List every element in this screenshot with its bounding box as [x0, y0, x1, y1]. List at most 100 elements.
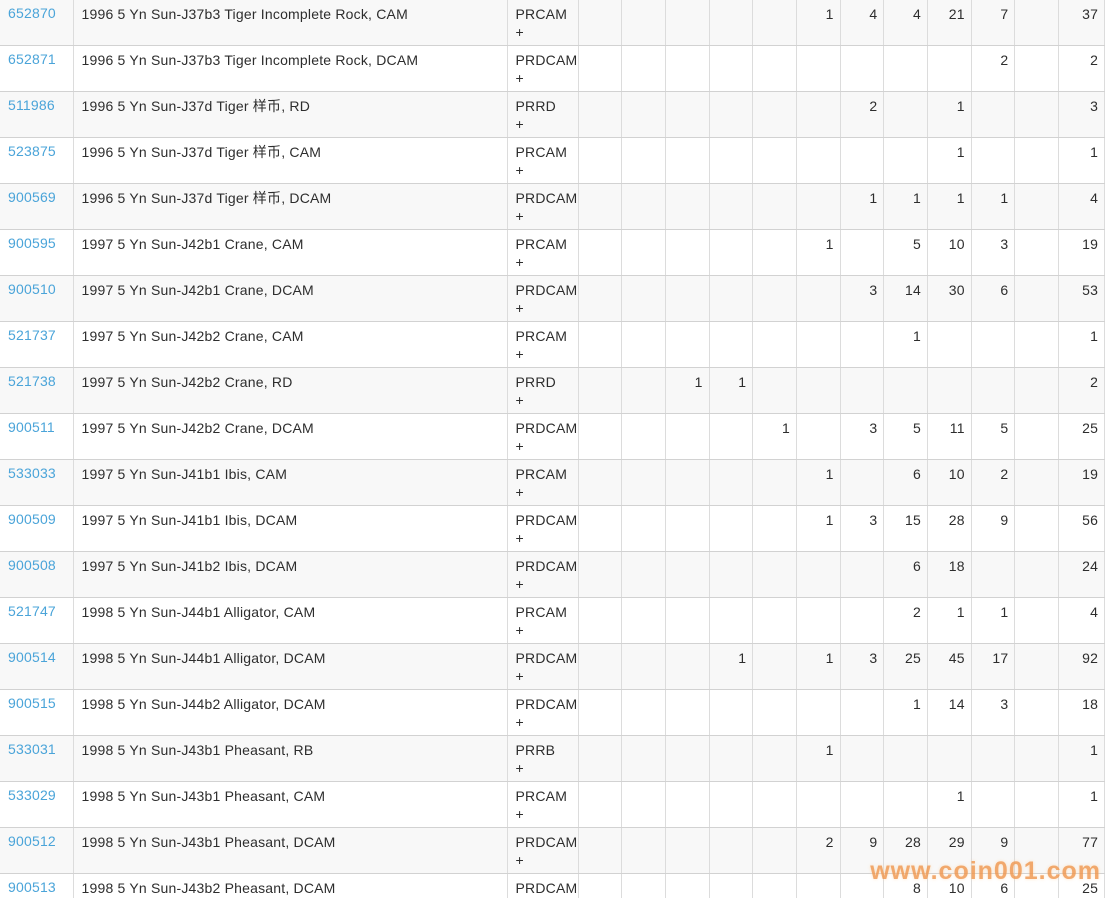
grade-plus-count-value: [892, 851, 921, 869]
grade-plus-count-value: [805, 253, 834, 271]
grade-plus-count-value: [1023, 437, 1052, 455]
grade-count-value: [936, 327, 965, 345]
row-total-value: 18: [1067, 695, 1098, 713]
grade-plus-count-value: [674, 207, 703, 225]
designation-cell: PRCAM+: [507, 460, 578, 506]
row-total-value: 1: [1067, 741, 1098, 759]
coin-id-link[interactable]: 521737: [8, 327, 56, 343]
grade-plus-count-value: [674, 345, 703, 363]
coin-id-link[interactable]: 523875: [8, 143, 56, 159]
grade-count-cell: [840, 782, 884, 828]
coin-id-link[interactable]: 900514: [8, 649, 56, 665]
table-row: 9005141998 5 Yn Sun-J44b1 Alligator, DCA…: [0, 644, 1105, 690]
grade-count-cell: [709, 828, 753, 874]
grade-count-cell: [665, 828, 709, 874]
grade-count-value: 1: [718, 649, 747, 667]
coin-id-link[interactable]: 652871: [8, 51, 56, 67]
coin-id-link[interactable]: 533031: [8, 741, 56, 757]
grade-count-value: [630, 465, 659, 483]
coin-description-cell: 1998 5 Yn Sun-J44b1 Alligator, CAM: [73, 598, 507, 644]
coin-id-link[interactable]: 652870: [8, 5, 56, 21]
designation-cell: PRCAM+: [507, 230, 578, 276]
grade-count-cell: [622, 506, 666, 552]
grade-plus-count-value: [718, 115, 747, 133]
coin-id-link[interactable]: 900512: [8, 833, 56, 849]
coin-id-link[interactable]: 900508: [8, 557, 56, 573]
grade-plus-count-value: [849, 575, 878, 593]
coin-id-link[interactable]: 521747: [8, 603, 56, 619]
coin-id-link[interactable]: 900515: [8, 695, 56, 711]
grade-plus-count-value: [630, 207, 659, 225]
row-total-cell: 24: [1059, 552, 1105, 598]
designation-cell: PRDCAM+: [507, 690, 578, 736]
grade-count-cell: [753, 138, 797, 184]
grade-count-cell: [928, 46, 972, 92]
coin-id-link[interactable]: 533029: [8, 787, 56, 803]
coin-id-link[interactable]: 533033: [8, 465, 56, 481]
grade-plus-count-value: [805, 851, 834, 869]
coin-id-link[interactable]: 900569: [8, 189, 56, 205]
grade-plus-count-value: [718, 805, 747, 823]
grade-count-cell: 1: [796, 736, 840, 782]
grade-plus-count-value: [892, 575, 921, 593]
coin-id-link[interactable]: 900510: [8, 281, 56, 297]
coin-id-link[interactable]: 900513: [8, 879, 56, 895]
grade-count-cell: 1: [796, 230, 840, 276]
coin-id-link[interactable]: 900509: [8, 511, 56, 527]
grade-plus-count-value: [761, 69, 790, 87]
coin-id-link[interactable]: 511986: [8, 97, 55, 113]
grade-count-cell: 29: [928, 828, 972, 874]
grade-plus-count-value: [718, 23, 747, 41]
grade-plus-count-value: [674, 713, 703, 731]
grade-count-cell: [1015, 92, 1059, 138]
coin-description-cell: 1997 5 Yn Sun-J42b2 Crane, CAM: [73, 322, 507, 368]
grade-count-cell: [622, 138, 666, 184]
grade-count-cell: [709, 46, 753, 92]
coin-id-link[interactable]: 900511: [8, 419, 55, 435]
grade-count-value: [761, 511, 790, 529]
grade-count-cell: 4: [884, 0, 928, 46]
grade-count-value: [674, 879, 703, 897]
grade-count-value: 1: [849, 189, 878, 207]
grade-count-value: [718, 143, 747, 161]
grade-count-cell: 15: [884, 506, 928, 552]
grade-plus-count-value: [980, 299, 1009, 317]
row-total-value: 2: [1067, 51, 1098, 69]
grade-count-cell: 1: [971, 598, 1015, 644]
grade-plus-count-value: [936, 69, 965, 87]
coin-id-link[interactable]: 521738: [8, 373, 56, 389]
grade-count-value: [1023, 787, 1052, 805]
row-total-cell: 2: [1059, 46, 1105, 92]
grade-count-value: [1023, 143, 1052, 161]
grade-count-value: 30: [936, 281, 965, 299]
grade-plus-count-value: [718, 759, 747, 777]
coin-description-cell: 1998 5 Yn Sun-J43b1 Pheasant, DCAM: [73, 828, 507, 874]
grade-plus-count-value: [892, 529, 921, 547]
table-row: 9005131998 5 Yn Sun-J43b2 Pheasant, DCAM…: [0, 874, 1105, 898]
table-row: 5238751996 5 Yn Sun-J37d Tiger 样币, CAMPR…: [0, 138, 1105, 184]
grade-count-value: 8: [892, 879, 921, 897]
grade-count-cell: [753, 460, 797, 506]
grade-count-value: 5: [892, 235, 921, 253]
grade-count-cell: [1015, 736, 1059, 782]
grade-plus-count-value: [630, 621, 659, 639]
coin-description-cell: 1997 5 Yn Sun-J41b1 Ibis, CAM: [73, 460, 507, 506]
grade-count-cell: 2: [971, 46, 1015, 92]
table-row: 9005951997 5 Yn Sun-J42b1 Crane, CAMPRCA…: [0, 230, 1105, 276]
grade-plus-count-value: [630, 483, 659, 501]
grade-plus-count-value: [761, 575, 790, 593]
coin-description: 1998 5 Yn Sun-J44b1 Alligator, CAM: [82, 603, 501, 621]
grade-count-cell: [622, 322, 666, 368]
coin-description: 1998 5 Yn Sun-J43b1 Pheasant, RB: [82, 741, 501, 759]
grade-count-cell: 9: [971, 506, 1015, 552]
grade-count-cell: [753, 506, 797, 552]
grade-plus-count-value: [718, 253, 747, 271]
grade-count-cell: [753, 0, 797, 46]
grade-count-cell: [578, 368, 622, 414]
coin-id-link[interactable]: 900595: [8, 235, 56, 251]
table-row: 9005111997 5 Yn Sun-J42b2 Crane, DCAMPRD…: [0, 414, 1105, 460]
grade-count-value: [761, 465, 790, 483]
grade-plus-count-value: [1023, 207, 1052, 225]
grade-count-cell: 2: [796, 828, 840, 874]
coin-id-cell: 652870: [0, 0, 73, 46]
